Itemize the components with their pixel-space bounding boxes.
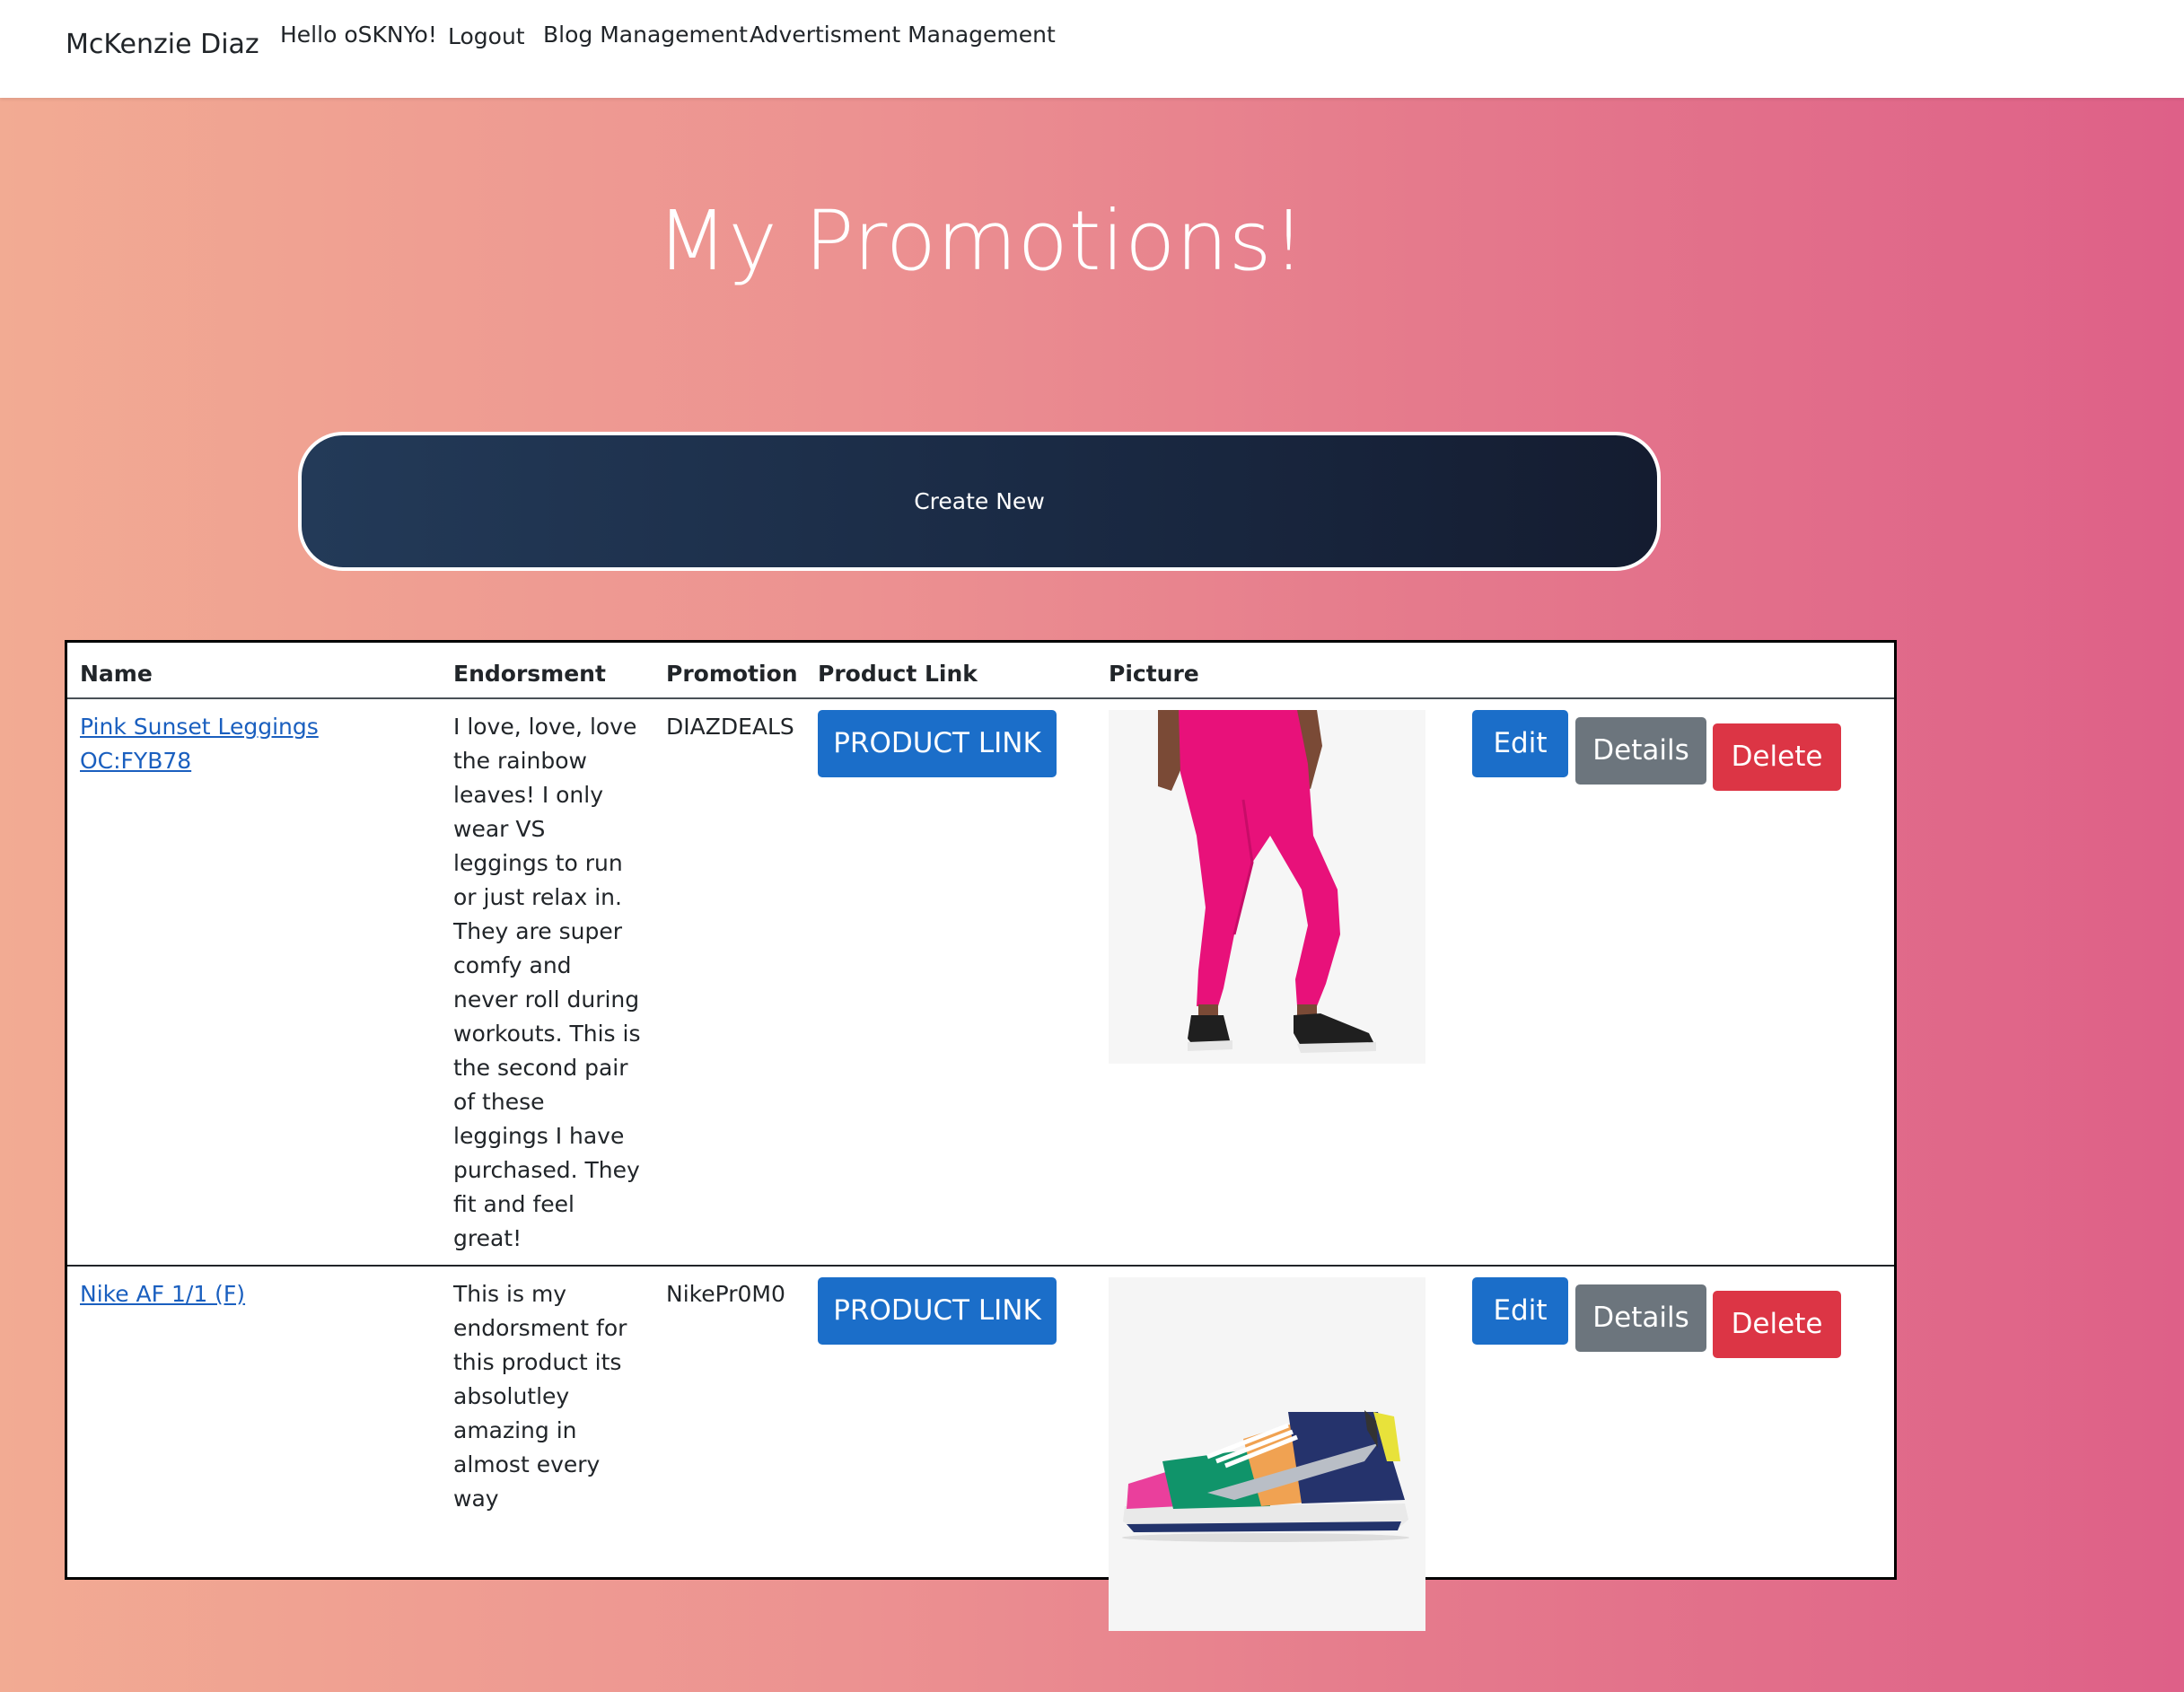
top-navbar: McKenzie Diaz Hello oSKNYo! Logout Blog … <box>0 0 2184 98</box>
promotion-code: NikePr0M0 <box>666 1281 785 1307</box>
create-new-button[interactable]: Create New <box>298 432 1661 571</box>
pink-leggings-image <box>1109 710 1425 1064</box>
nav-blog-management[interactable]: Blog Management <box>543 22 748 48</box>
endorsement-text: This is my endorsment for this product i… <box>453 1281 627 1512</box>
table-row: Nike AF 1/1 (F) This is my endorsment fo… <box>67 1266 1894 1640</box>
page-title: My Promotions! <box>656 193 1306 289</box>
header-promotion: Promotion <box>653 643 805 699</box>
product-name-link[interactable]: Pink Sunset Leggings OC:FYB78 <box>80 714 319 774</box>
delete-button[interactable]: Delete <box>1713 723 1841 791</box>
header-name: Name <box>67 643 441 699</box>
product-name-link[interactable]: Nike AF 1/1 (F) <box>80 1281 245 1307</box>
details-button[interactable]: Details <box>1575 1284 1706 1352</box>
product-link-button[interactable]: PRODUCT LINK <box>818 1277 1057 1345</box>
promotion-code: DIAZDEALS <box>666 714 794 740</box>
delete-button[interactable]: Delete <box>1713 1291 1841 1358</box>
endorsement-text: I love, love, love the rainbow leaves! I… <box>453 714 641 1251</box>
header-picture: Picture <box>1096 643 1460 699</box>
nike-sneaker-image <box>1109 1277 1425 1631</box>
nav-logout[interactable]: Logout <box>448 23 525 49</box>
row-actions: Edit Details Delete <box>1472 710 1881 818</box>
edit-button[interactable]: Edit <box>1472 710 1568 777</box>
header-endorsment: Endorsment <box>441 643 653 699</box>
table-row: Pink Sunset Leggings OC:FYB78 I love, lo… <box>67 698 1894 1267</box>
row-actions: Edit Details Delete <box>1472 1277 1881 1385</box>
edit-button[interactable]: Edit <box>1472 1277 1568 1345</box>
header-product-link: Product Link <box>805 643 1096 699</box>
header-actions <box>1460 643 1894 699</box>
table-header-row: Name Endorsment Promotion Product Link P… <box>67 643 1894 699</box>
details-button[interactable]: Details <box>1575 717 1706 785</box>
brand-link[interactable]: McKenzie Diaz <box>66 29 259 60</box>
nav-advertisment-management[interactable]: Advertisment Management <box>750 22 1056 48</box>
promotions-table: Name Endorsment Promotion Product Link P… <box>65 640 1897 1631</box>
nav-hello-user[interactable]: Hello oSKNYo! <box>280 22 437 48</box>
product-link-button[interactable]: PRODUCT LINK <box>818 710 1057 777</box>
